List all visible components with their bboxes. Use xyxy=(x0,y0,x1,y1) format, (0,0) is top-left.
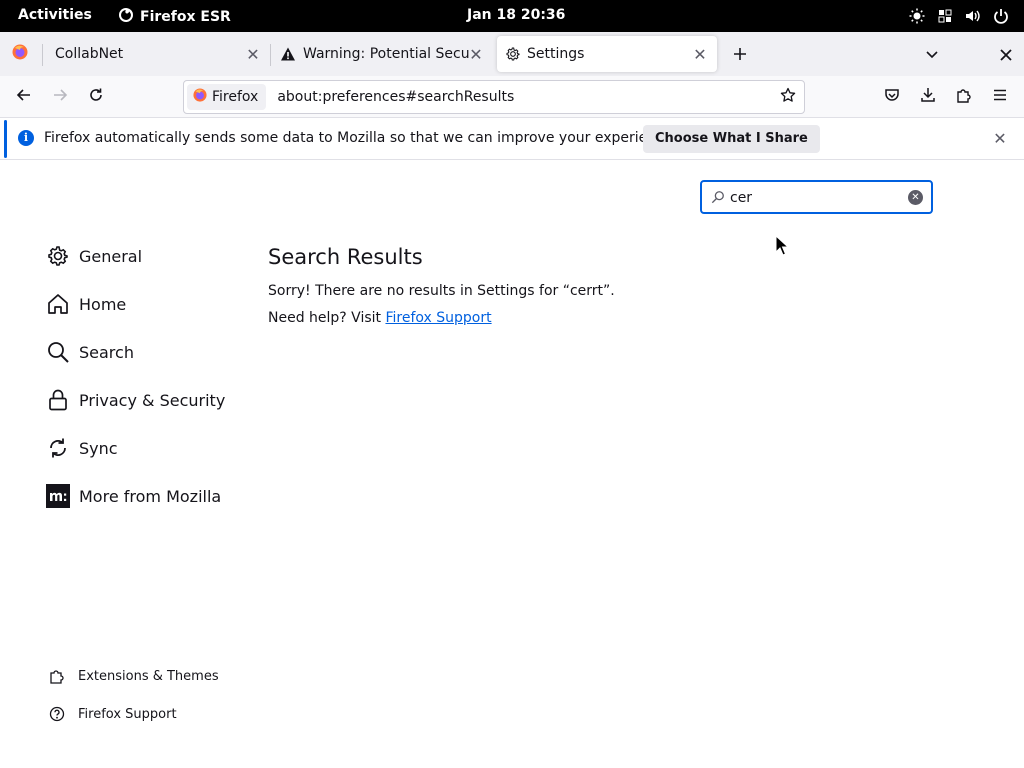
power-icon xyxy=(992,7,1010,25)
category-label: Sync xyxy=(79,438,118,458)
lock-icon xyxy=(46,388,70,412)
close-icon[interactable]: ✕ xyxy=(244,45,262,64)
reload-button[interactable] xyxy=(81,82,111,112)
url-bar[interactable]: Firefox about:preferences#searchResults xyxy=(183,80,805,114)
window-close-button[interactable] xyxy=(992,41,1020,69)
category-home[interactable]: Home xyxy=(46,290,126,318)
network-icon xyxy=(936,7,954,25)
tab-label: CollabNet xyxy=(55,46,124,62)
category-label: General xyxy=(79,246,143,266)
forward-button[interactable] xyxy=(45,82,75,112)
tab-label: Warning: Potential Securi xyxy=(303,46,469,62)
notification-accent xyxy=(4,120,7,158)
help-icon xyxy=(48,705,66,723)
category-sync[interactable]: Sync xyxy=(46,434,118,462)
tab-security-warning[interactable]: Warning: Potential Securi ✕ xyxy=(271,36,493,72)
new-tab-button[interactable] xyxy=(726,41,754,69)
firefox-support-link[interactable]: Firefox Support xyxy=(48,704,177,724)
pocket-icon xyxy=(884,87,900,107)
download-icon xyxy=(920,87,936,107)
close-icon[interactable]: ✕ xyxy=(691,45,709,64)
category-privacy-security[interactable]: Privacy & Security xyxy=(46,386,225,414)
firefox-icon xyxy=(118,7,134,27)
warning-icon xyxy=(280,46,296,62)
clock[interactable]: Jan 18 20:36 xyxy=(467,7,565,23)
close-icon xyxy=(999,43,1013,67)
brightness-icon xyxy=(908,7,926,25)
close-icon[interactable]: ✕ xyxy=(467,45,485,64)
firefox-icon xyxy=(193,88,207,106)
arrow-left-icon xyxy=(16,87,32,107)
category-label: Home xyxy=(79,294,127,314)
mouse-pointer-icon xyxy=(775,234,790,261)
identity-label: Firefox xyxy=(212,89,259,105)
search-results-heading: Search Results xyxy=(268,245,423,269)
category-general[interactable]: General xyxy=(46,242,142,270)
search-icon xyxy=(711,189,725,208)
volume-icon xyxy=(964,7,982,25)
tab-collabnet[interactable]: CollabNet ✕ xyxy=(43,36,270,72)
identity-box[interactable]: Firefox xyxy=(187,84,267,110)
puzzle-icon xyxy=(956,87,972,107)
firefox-view-button[interactable] xyxy=(0,36,42,72)
firefox-support-link[interactable]: Firefox Support xyxy=(385,310,491,326)
notification-message: Firefox automatically sends some data to… xyxy=(44,130,677,146)
settings-search-box[interactable]: ✕ xyxy=(700,180,933,214)
chevron-down-icon xyxy=(924,43,940,67)
home-icon xyxy=(46,292,70,316)
clear-search-icon[interactable]: ✕ xyxy=(908,190,923,205)
extensions-themes-link[interactable]: Extensions & Themes xyxy=(48,666,219,686)
system-tray[interactable] xyxy=(908,7,1010,25)
star-icon xyxy=(780,87,796,107)
tab-label: Settings xyxy=(527,46,585,62)
reload-icon xyxy=(88,87,104,107)
footer-link-label: Firefox Support xyxy=(78,706,177,722)
telemetry-notification-bar: i Firefox automatically sends some data … xyxy=(0,118,1024,160)
firefox-icon xyxy=(12,44,28,64)
no-results-message: Sorry! There are no results in Settings … xyxy=(268,283,615,299)
app-name: Firefox ESR xyxy=(140,9,231,25)
pocket-button[interactable] xyxy=(877,82,907,112)
category-label: Search xyxy=(79,342,134,362)
back-button[interactable] xyxy=(9,82,39,112)
app-menu[interactable]: Firefox ESR xyxy=(118,7,231,27)
category-label: More from Mozilla xyxy=(79,486,222,506)
tab-strip: CollabNet ✕ Warning: Potential Securi ✕ … xyxy=(0,32,1024,76)
app-menu-button[interactable] xyxy=(985,82,1015,112)
arrow-right-icon xyxy=(52,87,68,107)
list-all-tabs-button[interactable] xyxy=(918,41,946,69)
footer-link-label: Extensions & Themes xyxy=(78,668,219,684)
puzzle-icon xyxy=(48,667,66,685)
choose-what-i-share-button[interactable]: Choose What I Share xyxy=(643,125,820,153)
search-icon xyxy=(46,340,70,364)
system-top-bar: Activities Firefox ESR Jan 18 20:36 xyxy=(0,0,1024,32)
help-prefix: Need help? Visit xyxy=(268,310,386,326)
category-more-from-mozilla[interactable]: More from Mozilla xyxy=(46,482,221,510)
mozilla-icon xyxy=(46,484,70,508)
url-text[interactable]: about:preferences#searchResults xyxy=(277,89,514,105)
gear-icon xyxy=(505,46,521,62)
plus-icon xyxy=(732,43,748,67)
info-icon: i xyxy=(18,130,34,146)
close-icon[interactable]: ✕ xyxy=(990,128,1010,148)
help-line: Need help? Visit Firefox Support xyxy=(268,310,492,326)
downloads-button[interactable] xyxy=(913,82,943,112)
gear-icon xyxy=(46,244,70,268)
category-label: Privacy & Security xyxy=(79,390,226,410)
hamburger-menu-icon xyxy=(992,87,1008,107)
nav-toolbar: Firefox about:preferences#searchResults xyxy=(0,76,1024,118)
sync-icon xyxy=(46,436,70,460)
extensions-button[interactable] xyxy=(949,82,979,112)
settings-search-input[interactable] xyxy=(730,187,905,209)
category-search[interactable]: Search xyxy=(46,338,134,366)
tab-settings[interactable]: Settings ✕ xyxy=(497,36,717,72)
bookmark-star-button[interactable] xyxy=(778,87,798,107)
activities-button[interactable]: Activities xyxy=(18,7,92,23)
